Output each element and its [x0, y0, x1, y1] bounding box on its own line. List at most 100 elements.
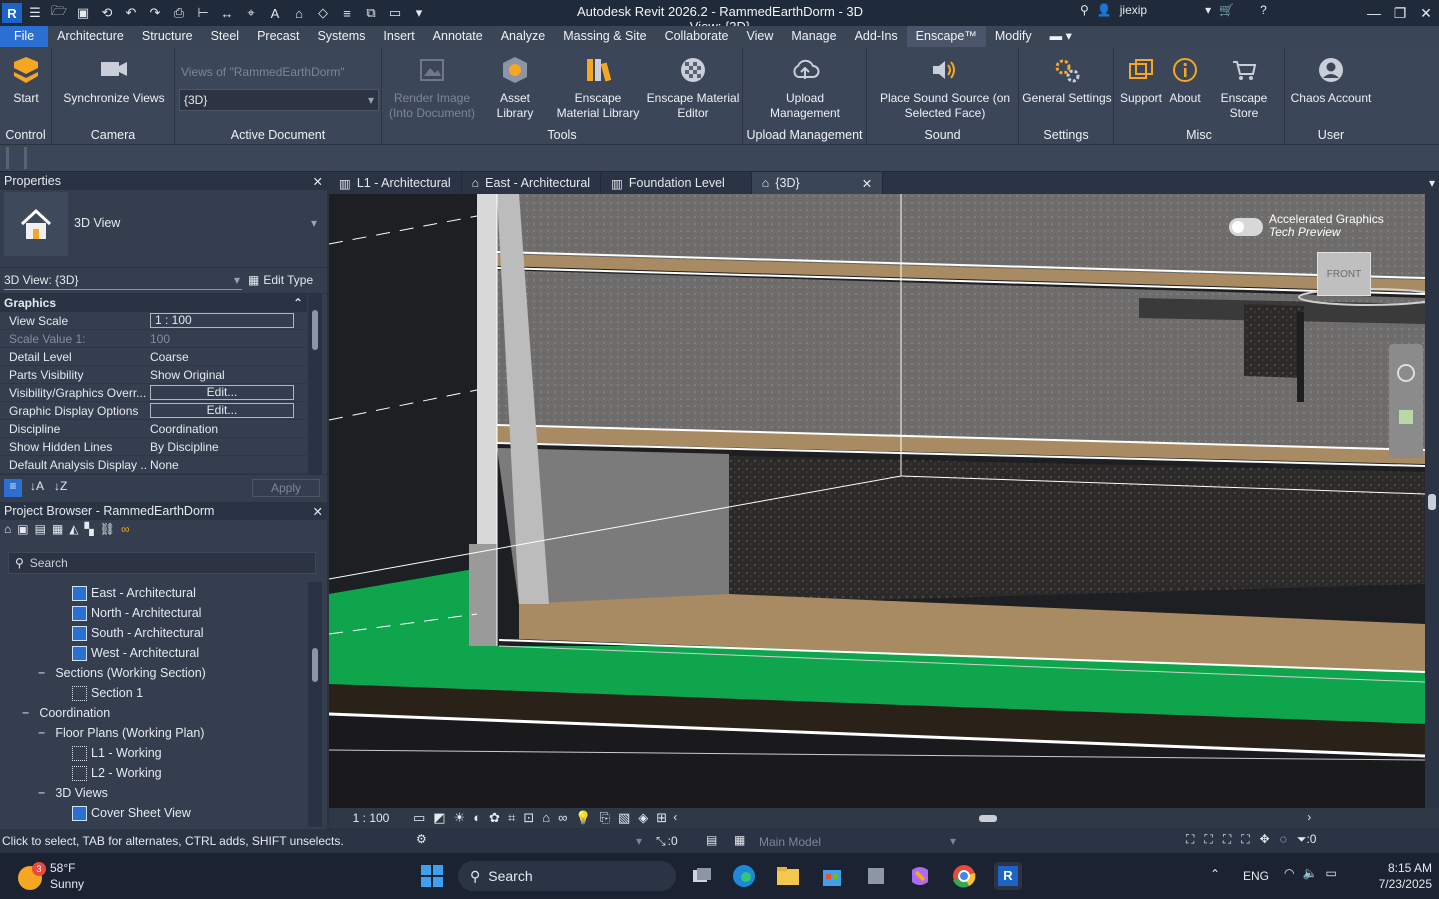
- graphics-group-header[interactable]: Graphics ⌃: [0, 294, 307, 312]
- revit-logo[interactable]: R: [2, 3, 22, 23]
- user-icon[interactable]: 👤: [1097, 3, 1112, 17]
- menu-collaborate[interactable]: Collaborate: [656, 26, 738, 47]
- undo-icon[interactable]: ↶: [120, 2, 142, 24]
- tree-item-north[interactable]: North - Architectural: [72, 603, 201, 623]
- design-options-icon[interactable]: ▤: [706, 833, 717, 847]
- crop-view-icon[interactable]: ⌗: [508, 810, 515, 826]
- language-indicator[interactable]: ENG: [1243, 869, 1269, 883]
- menu-structure[interactable]: Structure: [133, 26, 202, 47]
- menu-manage[interactable]: Manage: [782, 26, 845, 47]
- scroll-right-icon[interactable]: ›: [1307, 810, 1311, 824]
- view-scale-input[interactable]: 1 : 100: [150, 313, 294, 328]
- measure-icon[interactable]: ⊢: [192, 2, 214, 24]
- tree-item-south[interactable]: South - Architectural: [72, 623, 204, 643]
- help-icon[interactable]: ?: [1260, 3, 1267, 17]
- ribbon-options-icon[interactable]: ▬ ▾: [1041, 26, 1081, 47]
- analytical-model-icon[interactable]: ▧: [618, 810, 630, 826]
- type-selector[interactable]: 3D View ▾: [0, 190, 327, 268]
- text-icon[interactable]: A: [264, 2, 286, 24]
- link-icon[interactable]: ⛓: [100, 522, 115, 536]
- copilot-icon[interactable]: [906, 862, 934, 890]
- vg-edit-button[interactable]: Edit...: [150, 385, 294, 400]
- redo-icon[interactable]: ↷: [144, 2, 166, 24]
- family-icon[interactable]: ◭: [69, 522, 78, 536]
- editable-only-control[interactable]: ⤡ :0: [656, 834, 678, 849]
- menu-analyze[interactable]: Analyze: [492, 26, 554, 47]
- drag-elements-icon[interactable]: ✥: [1260, 832, 1270, 847]
- binoculars-icon[interactable]: ⚲: [1080, 3, 1089, 17]
- schedule-icon[interactable]: ▤: [35, 522, 46, 536]
- zoom-icon[interactable]: ▣: [17, 522, 28, 536]
- accelerated-graphics-toggle[interactable]: [1229, 218, 1263, 236]
- scroll-thumb[interactable]: [312, 310, 318, 350]
- highlight-displacement-icon[interactable]: ◈: [638, 810, 648, 826]
- collapse-toggle-icon[interactable]: −: [22, 706, 29, 720]
- chrome-icon[interactable]: [950, 862, 978, 890]
- taskbar-search[interactable]: ⚲ Search: [458, 861, 676, 891]
- chaos-account-button[interactable]: Chaos Account: [1287, 53, 1375, 106]
- prop-value[interactable]: Coarse: [147, 350, 307, 364]
- temporary-hide-icon[interactable]: ∞: [558, 810, 567, 826]
- menu-precast[interactable]: Precast: [248, 26, 308, 47]
- select-by-face-icon[interactable]: ⛶: [1241, 832, 1249, 847]
- close-icon[interactable]: ✕: [313, 174, 323, 189]
- show-constraints-icon[interactable]: ⊞: [656, 810, 667, 826]
- menu-file[interactable]: File: [0, 26, 49, 47]
- collapse-toggle-icon[interactable]: −: [38, 666, 45, 680]
- support-button[interactable]: Support: [1118, 53, 1164, 106]
- detail-level-icon[interactable]: ▭: [413, 810, 425, 826]
- scroll-thumb[interactable]: [1428, 494, 1436, 510]
- scroll-thumb[interactable]: [312, 648, 318, 682]
- switch-windows-icon[interactable]: ▭: [384, 2, 406, 24]
- store-icon[interactable]: [818, 862, 846, 890]
- workset-icon[interactable]: ⚙: [416, 832, 427, 846]
- workset-dropdown-icon[interactable]: ▾: [636, 834, 642, 848]
- close-icon[interactable]: ✕: [1413, 0, 1439, 26]
- temp-view-props-icon[interactable]: ⎘: [600, 810, 610, 826]
- collapse-toggle-icon[interactable]: −: [38, 786, 45, 800]
- start-icon[interactable]: [418, 862, 446, 890]
- tree-item-east[interactable]: East - Architectural: [72, 583, 196, 603]
- browser-scrollbar[interactable]: [308, 582, 322, 827]
- menu-add-ins[interactable]: Add-Ins: [846, 26, 907, 47]
- select-links-icon[interactable]: ⛶: [1186, 832, 1194, 847]
- thin-lines-icon[interactable]: ≡: [336, 2, 358, 24]
- select-underlay-icon[interactable]: ⛶: [1204, 832, 1212, 847]
- scroll-left-icon[interactable]: ‹: [673, 810, 677, 824]
- sort-za-icon[interactable]: ↓Z: [54, 479, 67, 493]
- menu-enscape[interactable]: Enscape™: [906, 26, 986, 47]
- restore-icon[interactable]: ❐: [1387, 0, 1413, 26]
- section-icon[interactable]: ◇: [312, 2, 334, 24]
- gdo-edit-button[interactable]: Edit...: [150, 403, 294, 418]
- tray-icons[interactable]: ◠ 🔈 ▭: [1284, 866, 1337, 880]
- viewport-vscroll[interactable]: [1425, 194, 1439, 808]
- cart-icon[interactable]: 🛒: [1219, 3, 1234, 17]
- start-button[interactable]: Start: [4, 53, 48, 106]
- lock-3d-icon[interactable]: ⌂: [542, 810, 550, 826]
- edge-icon[interactable]: [730, 862, 758, 890]
- edit-type-button[interactable]: ▦ Edit Type: [248, 273, 313, 287]
- place-sound-source-button[interactable]: Place Sound Source (on Selected Face): [875, 53, 1015, 121]
- view-scale-control[interactable]: 1 : 100: [329, 811, 413, 825]
- table-icon[interactable]: ▦: [52, 522, 63, 536]
- collapse-toggle-icon[interactable]: −: [38, 726, 45, 740]
- prop-value[interactable]: By Discipline: [147, 440, 307, 454]
- viewcube[interactable]: FRONT: [1317, 252, 1371, 296]
- tree-item-l2-working[interactable]: L2 - Working: [72, 763, 162, 783]
- 3d-view-icon[interactable]: ⌂: [288, 2, 310, 24]
- synchronize-views-button[interactable]: Synchronize Views: [60, 53, 168, 106]
- background-process-icon[interactable]: ◌: [1280, 832, 1287, 847]
- user-name[interactable]: jiexip: [1120, 3, 1147, 17]
- material-library-button[interactable]: Enscape Material Library: [552, 53, 644, 121]
- tree-item-coordination[interactable]: − Coordination: [22, 703, 110, 723]
- prop-value[interactable]: None: [147, 458, 307, 472]
- tabs-menu-icon[interactable]: ▾: [1425, 172, 1439, 194]
- home-menu-icon[interactable]: ☰: [24, 2, 46, 24]
- filter-icon[interactable]: ⏷: [1297, 832, 1307, 847]
- minimize-icon[interactable]: —: [1361, 0, 1387, 26]
- asset-library-button[interactable]: Asset Library: [480, 53, 550, 121]
- qat-dropdown-icon[interactable]: ▾: [408, 2, 430, 24]
- prop-value[interactable]: Show Original: [147, 368, 307, 382]
- zoom-region-icon[interactable]: [1399, 410, 1413, 424]
- sync-icon[interactable]: ⟲: [96, 2, 118, 24]
